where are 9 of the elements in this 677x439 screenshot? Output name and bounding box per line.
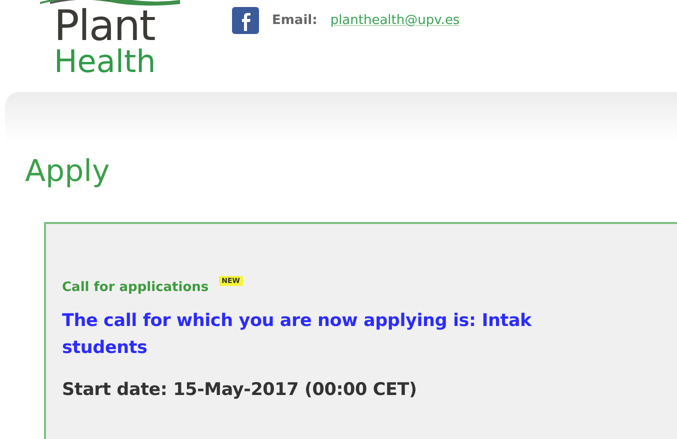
page-title: Apply <box>25 153 111 191</box>
start-date: Start date: 15-May-2017 (00:00 CET) <box>62 380 418 400</box>
email-link[interactable]: planthealth@upv.es <box>330 12 460 28</box>
call-description: The call for which you are now applying is: Intak students <box>62 310 533 360</box>
logo-text: Health <box>54 46 156 78</box>
section-heading: Call for applications <box>62 280 209 296</box>
facebook-icon[interactable] <box>232 6 259 34</box>
logo-text: Plant <box>54 6 155 46</box>
email-label: Email: <box>272 12 318 28</box>
